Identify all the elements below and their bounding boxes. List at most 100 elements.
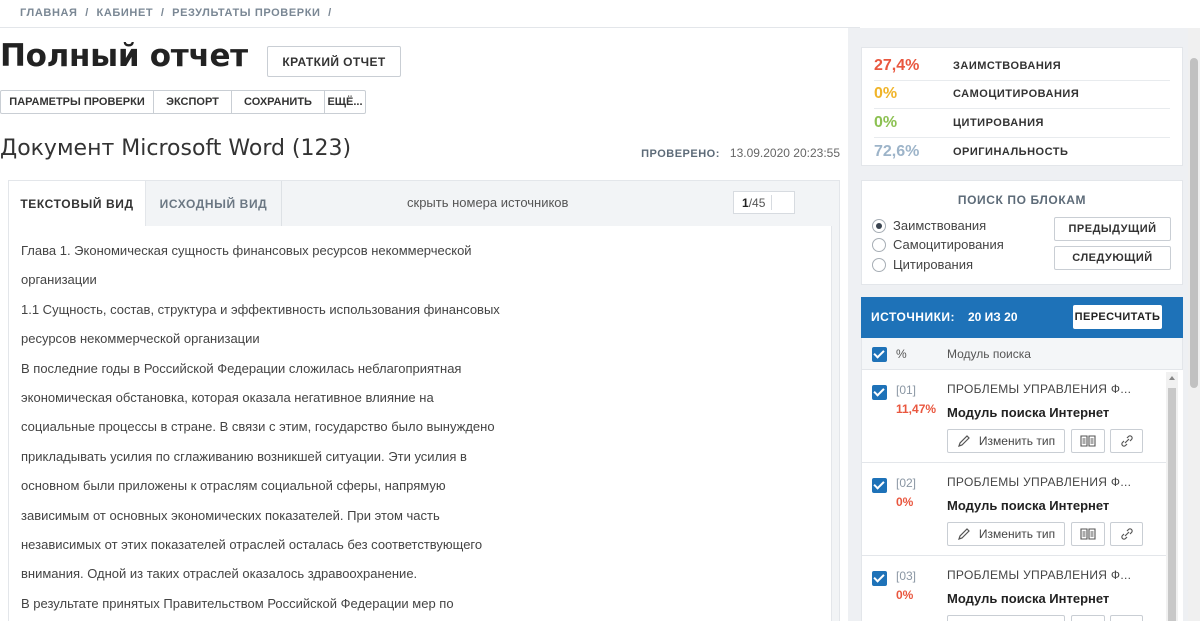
sources-scrollbar[interactable]	[1166, 372, 1178, 621]
stats-summary: 27,4% ЗАИМСТВОВАНИЯ 0% САМОЦИТИРОВАНИЯ 0% ЦИТ…	[861, 47, 1183, 166]
check-params-button[interactable]: ПАРАМЕТРЫ ПРОВЕРКИ	[1, 91, 154, 113]
source-item[interactable]: [02] 0% ПРОБЛЕМЫ УПРАВЛЕНИЯ Ф... Модуль пои…	[862, 463, 1167, 556]
document-line: 1.1 Сущность, состав, структура и эффект…	[21, 301, 500, 317]
page-scrollbar[interactable]	[1188, 28, 1200, 621]
document-line: зависимым от основных экономических пока…	[21, 507, 440, 523]
view-source-button[interactable]	[1071, 429, 1105, 453]
scroll-thumb[interactable]	[1168, 388, 1176, 621]
radio-citations[interactable]: Цитирования	[872, 257, 973, 272]
breadcrumb-separator: /	[85, 7, 89, 19]
sources-count: 20 ИЗ 20	[968, 310, 1018, 324]
link-icon	[1120, 434, 1134, 448]
select-all-checkbox[interactable]	[872, 347, 887, 362]
more-button[interactable]: ЕЩЁ...	[325, 91, 365, 113]
report-toolbar: ПАРАМЕТРЫ ПРОВЕРКИ ЭКСПОРТ СОХРАНИТЬ ЕЩЁ…	[0, 90, 366, 114]
stat-row: 72,6% ОРИГИНАЛЬНОСТЬ	[874, 138, 1170, 167]
stat-value: 0%	[874, 85, 898, 103]
breadcrumb-home[interactable]: ГЛАВНАЯ	[20, 7, 78, 19]
radio-label: Самоцитирования	[893, 237, 1004, 252]
stat-label: ЦИТИРОВАНИЯ	[953, 116, 1044, 129]
document-line: организации	[21, 272, 97, 288]
checked-label: ПРОВЕРЕНО:	[641, 148, 720, 160]
hide-source-numbers-link[interactable]: скрыть номера источников	[407, 195, 568, 210]
source-module: Модуль поиска Интернет	[947, 591, 1110, 606]
next-block-button[interactable]: СЛЕДУЮЩИЙ	[1054, 246, 1171, 270]
source-number: [02]	[896, 476, 917, 490]
change-type-button[interactable]: Изменить тип	[947, 429, 1065, 453]
recalculate-button[interactable]: ПЕРЕСЧИТАТЬ	[1073, 305, 1162, 329]
source-link-button[interactable]	[1110, 429, 1143, 453]
stat-row: 27,4% ЗАИМСТВОВАНИЯ	[874, 52, 1170, 81]
page-scroll-thumb[interactable]	[1190, 58, 1198, 388]
export-button[interactable]: ЭКСПОРТ	[154, 91, 232, 113]
stat-row: 0% ЦИТИРОВАНИЯ	[874, 109, 1170, 138]
short-report-button[interactable]: КРАТКИЙ ОТЧЕТ	[267, 46, 401, 77]
source-item[interactable]: [01] 11,47% ПРОБЛЕМЫ УПРАВЛЕНИЯ Ф... Модуль…	[862, 370, 1167, 463]
source-title[interactable]: ПРОБЛЕМЫ УПРАВЛЕНИЯ Ф...	[947, 568, 1131, 582]
document-line: прикладывать усилия по сглаживанию возни…	[21, 448, 467, 464]
source-percent: 0%	[896, 588, 914, 602]
document-line: В последние годы в Российской Федерации …	[21, 360, 462, 376]
radio-borrowings[interactable]: Заимствования	[872, 218, 986, 233]
change-type-button[interactable]: Изменить тип	[947, 522, 1065, 546]
sources-header: ИСТОЧНИКИ: 20 ИЗ 20 ПЕРЕСЧИТАТЬ	[861, 297, 1183, 338]
document-line: социальные процессы в стране. В связи с …	[21, 419, 495, 435]
block-search-panel: ПОИСК ПО БЛОКАМ Заимствования Самоцитиро…	[861, 180, 1183, 285]
change-type-label: Изменить тип	[978, 434, 1056, 448]
sources-title: ИСТОЧНИКИ:	[871, 310, 956, 324]
source-percent: 0%	[896, 495, 914, 509]
stat-label: ЗАИМСТВОВАНИЯ	[953, 59, 1062, 72]
document-line: внимания. Одной из таких отраслей оказал…	[21, 566, 418, 582]
sources-list: [01] 11,47% ПРОБЛЕМЫ УПРАВЛЕНИЯ Ф... Модуль…	[861, 370, 1183, 621]
page-selector[interactable]: 1/45	[733, 191, 795, 214]
breadcrumb-results[interactable]: РЕЗУЛЬТАТЫ ПРОВЕРКИ	[172, 7, 320, 19]
source-link-button[interactable]	[1110, 615, 1143, 621]
radio-label: Цитирования	[893, 257, 974, 272]
checked-date: 13.09.2020 20:23:55	[729, 146, 840, 160]
page-total: /45	[748, 195, 766, 210]
tab-source-view[interactable]: ИСХОДНЫЙ ВИД	[146, 181, 282, 226]
radio-icon[interactable]	[872, 257, 886, 272]
stat-value: 0%	[874, 113, 898, 131]
radio-selected-icon[interactable]	[872, 218, 886, 233]
view-source-button[interactable]	[1071, 615, 1105, 621]
document-title: Документ Microsoft Word (123)	[0, 136, 352, 161]
page-title: Полный отчет	[0, 38, 248, 74]
scroll-up-arrow-icon[interactable]	[1169, 376, 1175, 380]
breadcrumb-cabinet[interactable]: КАБИНЕТ	[97, 7, 154, 19]
stat-label: САМОЦИТИРОВАНИЯ	[953, 88, 1080, 101]
book-icon	[1080, 434, 1096, 448]
document-line: основном были приложены к отраслям социа…	[21, 478, 446, 494]
page-current[interactable]: 1	[742, 196, 749, 210]
source-checkbox[interactable]	[872, 571, 887, 586]
source-number: [01]	[896, 383, 917, 397]
document-line: независимых от этих показателей отраслей…	[21, 536, 483, 552]
document-line: В результате принятых Правительством Рос…	[21, 595, 454, 611]
document-text: Глава 1. Экономическая сущность финансов…	[9, 226, 832, 621]
tab-text-view[interactable]: ТЕКСТОВЫЙ ВИД	[9, 181, 146, 226]
stat-value: 72,6%	[874, 142, 920, 160]
source-module: Модуль поиска Интернет	[947, 405, 1110, 420]
change-type-label: Изменить тип	[978, 527, 1056, 541]
save-button[interactable]: СОХРАНИТЬ	[232, 91, 325, 113]
source-item[interactable]: [03] 0% ПРОБЛЕМЫ УПРАВЛЕНИЯ Ф... Модуль пои…	[862, 556, 1167, 621]
previous-block-button[interactable]: ПРЕДЫДУЩИЙ	[1054, 217, 1171, 241]
document-line: экономическая обстановка, которая оказал…	[21, 389, 434, 405]
source-checkbox[interactable]	[872, 385, 887, 400]
source-number: [03]	[896, 569, 917, 583]
breadcrumb-separator: /	[160, 7, 165, 19]
source-link-button[interactable]	[1110, 522, 1143, 546]
radio-icon[interactable]	[872, 237, 886, 252]
source-title[interactable]: ПРОБЛЕМЫ УПРАВЛЕНИЯ Ф...	[947, 382, 1131, 396]
source-checkbox[interactable]	[872, 478, 887, 493]
breadcrumb-separator: /	[328, 7, 332, 19]
source-title[interactable]: ПРОБЛЕМЫ УПРАВЛЕНИЯ Ф...	[947, 475, 1131, 489]
view-source-button[interactable]	[1071, 522, 1105, 546]
checked-info: ПРОВЕРЕНО: 13.09.2020 20:23:55	[641, 146, 840, 160]
change-type-button[interactable]: Изменить тип	[947, 615, 1065, 621]
stat-label: ОРИГИНАЛЬНОСТЬ	[953, 145, 1069, 158]
header-divider	[0, 27, 860, 28]
module-column-label: Модуль поиска	[947, 347, 1031, 361]
radio-self-citations[interactable]: Самоцитирования	[872, 237, 1004, 252]
sources-column-header: % Модуль поиска	[861, 338, 1183, 370]
